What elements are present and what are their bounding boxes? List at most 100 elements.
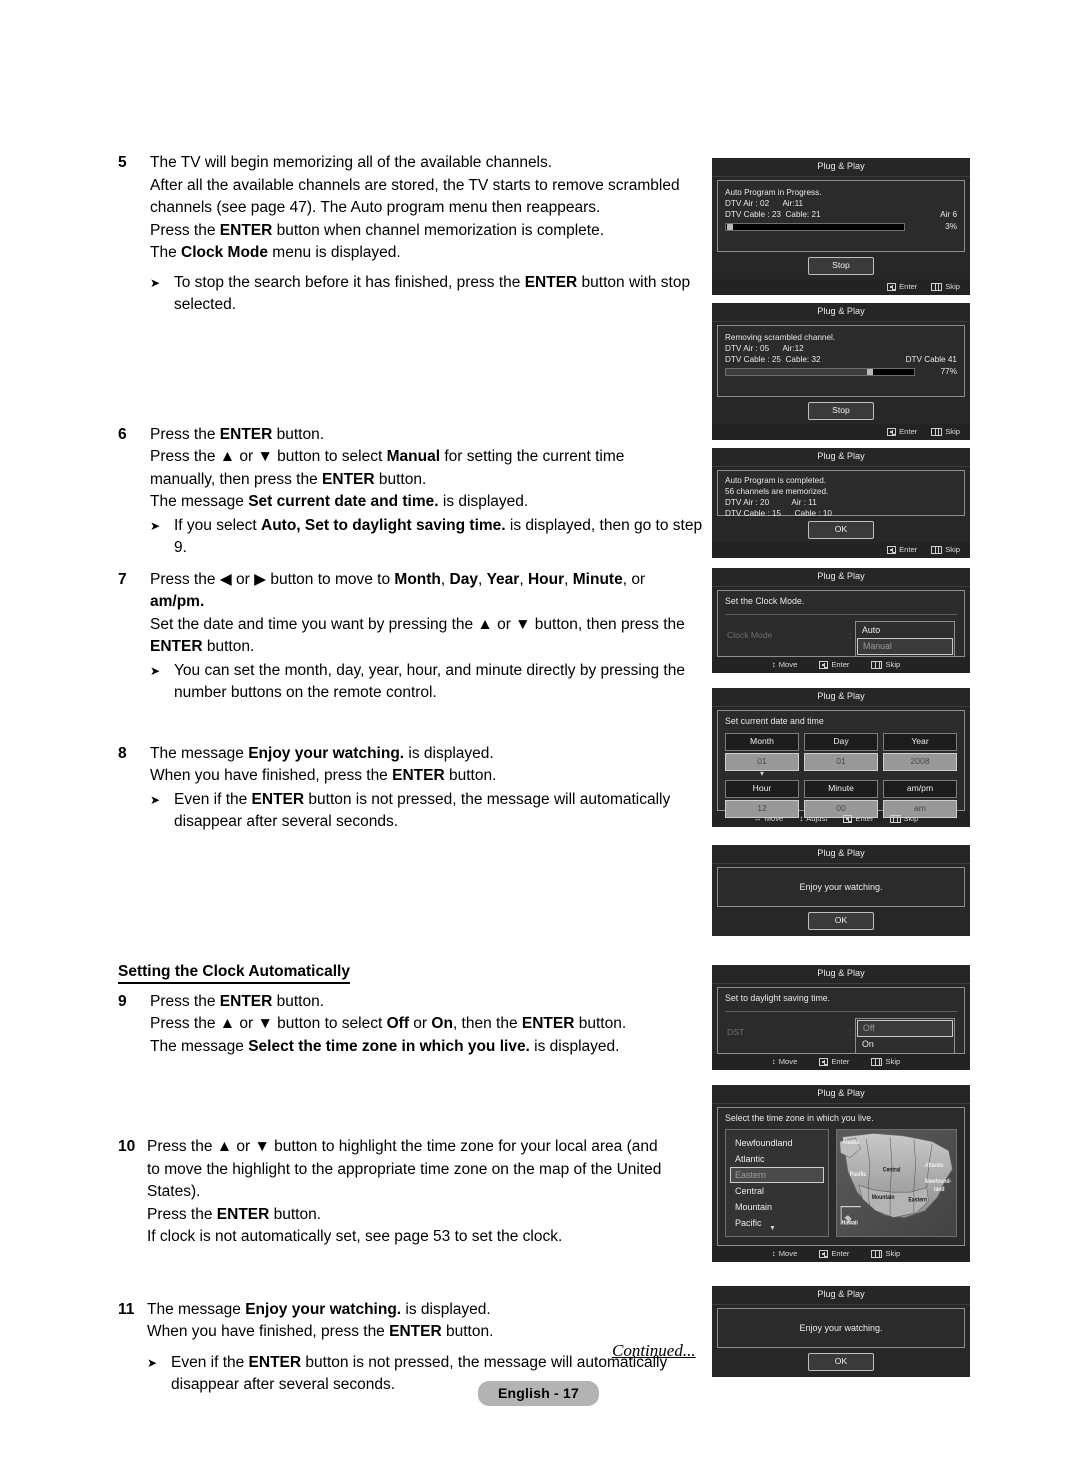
footer-skip[interactable]: Skip: [871, 659, 900, 670]
up-down-icon: ↕: [771, 1248, 776, 1258]
footer-skip[interactable]: Skip: [871, 1056, 900, 1067]
footer-skip[interactable]: Skip: [871, 1248, 900, 1259]
note-bullet-icon: ➤: [150, 663, 161, 678]
page-number-badge: English - 17: [478, 1381, 599, 1406]
step-text: Press the ENTER button. Press the ▲ or ▼…: [150, 991, 706, 1059]
step-line: Set the date and time you want by pressi…: [150, 615, 685, 633]
footer-skip[interactable]: Skip: [931, 544, 960, 555]
footer-skip[interactable]: Skip: [931, 426, 960, 437]
field-value[interactable]: 01: [804, 753, 878, 771]
timezone-newfoundland[interactable]: Newfoundland: [730, 1135, 824, 1151]
timezone-mountain[interactable]: Mountain: [730, 1199, 824, 1215]
stop-button[interactable]: Stop: [808, 402, 874, 420]
footer-enter[interactable]: Enter: [887, 281, 917, 292]
osd-title: Plug & Play: [712, 1085, 970, 1104]
step-line: Press the ENTER button.: [147, 1205, 322, 1223]
page-section-heading: Setting the Clock Automatically: [118, 963, 350, 984]
footer-move[interactable]: ↕ Move: [772, 659, 798, 670]
timezone-list[interactable]: Newfoundland Atlantic Eastern Central Mo…: [725, 1129, 829, 1237]
timezone-atlantic[interactable]: Atlantic: [730, 1151, 824, 1167]
footer-move[interactable]: ↕ Move: [772, 1248, 798, 1259]
map-label-mountain: Mountain: [872, 1195, 895, 1202]
option-off[interactable]: Off: [857, 1020, 953, 1037]
footer-enter[interactable]: Enter: [887, 544, 917, 555]
ok-button[interactable]: OK: [808, 912, 874, 930]
stop-button[interactable]: Stop: [808, 257, 874, 275]
step-line: When you have finished, press the ENTER …: [150, 767, 497, 784]
footer-enter-label: Enter: [831, 1249, 850, 1258]
osd-button-row: Stop: [712, 402, 970, 424]
enter-icon: [887, 545, 897, 554]
progress-thumb: [867, 369, 873, 375]
timezone-body: Newfoundland Atlantic Eastern Central Mo…: [725, 1129, 957, 1237]
enter-icon: [887, 282, 897, 291]
osd-content: Auto Program is completed. 56 channels a…: [717, 470, 965, 518]
field-value[interactable]: 2008: [883, 753, 957, 771]
timezone-eastern[interactable]: Eastern: [730, 1167, 824, 1183]
field-value[interactable]: 01 ▾: [725, 753, 799, 778]
scroll-down-icon[interactable]: ▼: [769, 1223, 776, 1234]
option-on[interactable]: On: [857, 1037, 953, 1052]
map-label-central: Central: [883, 1167, 901, 1174]
clock-mode-options[interactable]: Auto Manual: [855, 621, 955, 657]
footer-move[interactable]: ↕ Move: [772, 1056, 798, 1067]
footer-enter[interactable]: Enter: [887, 426, 917, 437]
dst-options[interactable]: Off On: [855, 1018, 955, 1054]
footer-enter[interactable]: Enter: [819, 659, 849, 670]
ok-button[interactable]: OK: [808, 1353, 874, 1371]
osd-title: Plug & Play: [712, 688, 970, 707]
step-line: Press the ENTER button.: [150, 425, 325, 443]
map-label-newfoundland-2: land: [934, 1187, 945, 1194]
osd-message: Auto Program in Progress.: [725, 188, 822, 197]
step-number: 9: [118, 992, 127, 1010]
skip-icon: [931, 545, 943, 554]
step-9: 9 Press the ENTER button. Press the ▲ or…: [118, 991, 706, 1059]
timezone-central[interactable]: Central: [730, 1183, 824, 1199]
field-value[interactable]: 12: [725, 800, 799, 818]
osd-content: Set to daylight saving time. DST : Off O…: [717, 987, 965, 1054]
step-text: The TV will begin memorizing all of the …: [150, 152, 706, 317]
field-minute: Minute 00: [804, 780, 878, 818]
step-text: Press the ◀ or ▶ button to move to Month…: [150, 569, 706, 705]
chevron-down-icon: ▾: [759, 769, 765, 778]
footer-enter[interactable]: Enter: [819, 1248, 849, 1259]
step-line: channels (see page 47). The Auto program…: [150, 199, 601, 216]
footer-enter[interactable]: Enter: [819, 1056, 849, 1067]
osd-current-channel: Air 6: [940, 210, 957, 219]
osd-content: Enjoy your watching.: [717, 867, 965, 907]
instruction-column: 5 The TV will begin memorizing all of th…: [118, 152, 706, 1397]
field-value[interactable]: 00: [804, 800, 878, 818]
up-down-icon: ↕: [771, 1056, 776, 1066]
step-line: The Clock Mode menu is displayed.: [150, 244, 401, 261]
osd-footer: Enter Skip: [712, 542, 970, 558]
osd-footer: Enter Skip: [712, 424, 970, 440]
footer-enter-label: Enter: [831, 1057, 850, 1066]
note-bullet-icon: ➤: [147, 1355, 158, 1370]
note-text: You can set the month, day, year, hour, …: [174, 661, 685, 702]
osd-message: Enjoy your watching.: [799, 882, 883, 892]
option-manual[interactable]: Manual: [857, 638, 953, 655]
ok-button[interactable]: OK: [808, 521, 874, 539]
osd-title: Plug & Play: [712, 845, 970, 864]
skip-icon: [889, 814, 901, 823]
date-row: Month 01 ▾ Day 01 Year 2008: [725, 733, 957, 778]
osd-content: Auto Program in Progress. DTV Air : 02 A…: [717, 180, 965, 252]
skip-icon: [931, 427, 943, 436]
step-line: Press the ▲ or ▼ button to select Off or…: [150, 1015, 627, 1032]
osd-footer: Enter Skip: [712, 279, 970, 295]
osd-title: Plug & Play: [712, 965, 970, 984]
step-line: The message Enjoy your watching. is disp…: [150, 744, 494, 762]
option-auto[interactable]: Auto: [857, 623, 953, 638]
osd-button-row: OK: [712, 912, 970, 936]
step-line: Press the ENTER button.: [150, 992, 325, 1010]
osd-cable-counts: DTV Cable : 23 Cable: 21: [725, 210, 821, 219]
footer-skip[interactable]: Skip: [931, 281, 960, 292]
step-line: Press the ▲ or ▼ button to select Manual…: [150, 448, 625, 465]
osd-set-date-time: Plug & Play Set current date and time Mo…: [712, 688, 970, 827]
timezone-pacific[interactable]: Pacific: [730, 1215, 824, 1231]
step-number: 11: [118, 1300, 135, 1318]
step-note: ➤ Even if the ENTER button is not presse…: [150, 789, 706, 834]
step-number: 10: [118, 1138, 136, 1155]
note-text: To stop the search before it has finishe…: [174, 273, 691, 314]
osd-button-row: Stop: [712, 257, 970, 279]
